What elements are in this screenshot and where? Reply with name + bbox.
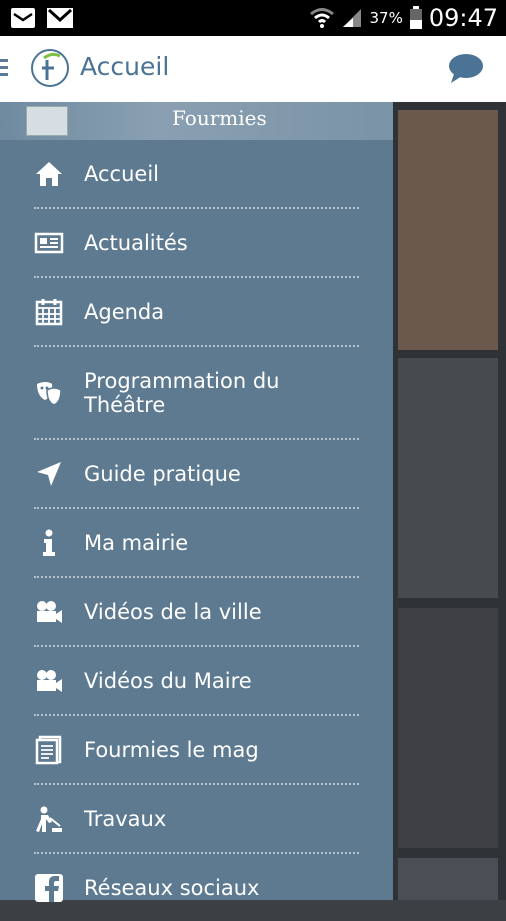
menu-item-theatre[interactable]: Programmation du Théâtre: [34, 347, 359, 440]
status-bar: 37% 09:47: [0, 0, 506, 36]
menu-item-label: Accueil: [84, 161, 159, 186]
battery-icon: [409, 6, 422, 29]
calendar-icon: [35, 298, 63, 325]
battery-percent: 37%: [369, 9, 403, 27]
mail-icon: [47, 8, 73, 28]
drawer-banner: Fourmies: [0, 102, 393, 140]
theatre-masks-icon: [37, 381, 62, 406]
wifi-icon: [310, 8, 335, 28]
menu-item-actualites[interactable]: Actualités: [34, 209, 359, 278]
menu-item-label: Fourmies le mag: [84, 737, 259, 762]
navigation-drawer: Fourmies Accueil Actualités Agenda Progr…: [0, 102, 393, 902]
menu-item-guide-pratique[interactable]: Guide pratique: [34, 440, 359, 509]
background-content: [393, 102, 506, 900]
menu-item-label: Vidéos du Maire: [84, 668, 252, 693]
menu-item-label: Ma mairie: [84, 530, 189, 555]
banner-logo: Fourmies: [172, 106, 267, 130]
newspaper-icon: [34, 232, 64, 253]
menu-item-label: Actualités: [84, 230, 188, 255]
menu-item-videos-maire[interactable]: Vidéos du Maire: [34, 647, 359, 716]
content-tile[interactable]: [398, 608, 498, 848]
content-tile[interactable]: [398, 858, 498, 900]
menu-item-ma-mairie[interactable]: Ma mairie: [34, 509, 359, 578]
content-tile[interactable]: [398, 358, 498, 598]
menu-icon[interactable]: [0, 59, 8, 80]
menu-item-videos-ville[interactable]: Vidéos de la ville: [34, 578, 359, 647]
menu-item-label: Programmation du Théâtre: [84, 368, 280, 417]
menu-item-label: Guide pratique: [84, 461, 241, 486]
menu-item-travaux[interactable]: Travaux: [34, 785, 359, 854]
menu-item-reseaux-sociaux[interactable]: Réseaux sociaux: [34, 854, 359, 921]
signal-icon: [343, 9, 362, 27]
facebook-icon: [35, 873, 63, 902]
video-camera-icon: [37, 669, 62, 692]
video-camera-icon: [37, 600, 62, 623]
menu-item-label: Travaux: [84, 806, 167, 831]
magazine-icon: [35, 735, 62, 764]
drawer-menu: Accueil Actualités Agenda Programmation …: [0, 140, 393, 921]
clock: 09:47: [428, 4, 498, 32]
worker-icon: [36, 806, 62, 832]
home-icon: [36, 161, 62, 186]
menu-item-label: Vidéos de la ville: [84, 599, 262, 624]
app-logo[interactable]: [30, 48, 70, 88]
info-icon: [43, 529, 55, 556]
menu-item-agenda[interactable]: Agenda: [34, 278, 359, 347]
menu-item-fourmies-le-mag[interactable]: Fourmies le mag: [34, 716, 359, 785]
app-bar: Accueil: [0, 36, 506, 102]
chat-icon[interactable]: [448, 52, 484, 84]
message-icon: [11, 8, 35, 28]
menu-item-label: Réseaux sociaux: [84, 875, 260, 900]
menu-item-label: Agenda: [84, 299, 165, 324]
menu-item-accueil[interactable]: Accueil: [34, 140, 359, 209]
page-title: Accueil: [80, 52, 170, 81]
content-tile[interactable]: [398, 110, 498, 350]
newspaper-illustration: [26, 106, 68, 136]
location-arrow-icon: [37, 461, 61, 486]
